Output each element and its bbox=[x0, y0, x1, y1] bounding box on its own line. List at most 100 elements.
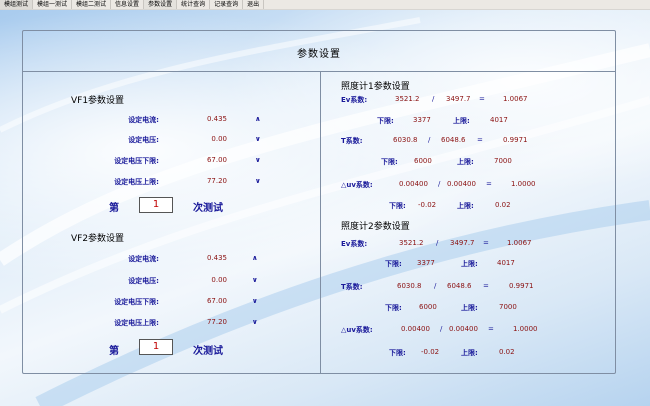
lux1-uv-b[interactable]: 0.00400 bbox=[447, 180, 476, 188]
lux1-t-a[interactable]: 6030.8 bbox=[393, 136, 418, 144]
lux2-uv-slash: / bbox=[440, 325, 443, 333]
lux1-t-low-label: 下限: bbox=[381, 158, 398, 166]
lux2-t-a[interactable]: 6030.8 bbox=[397, 282, 422, 290]
vf2-vlow-label: 设定电压下限: bbox=[114, 298, 159, 306]
vf1-vhigh-label: 设定电压上限: bbox=[114, 178, 159, 186]
lux1-t-label: T系数: bbox=[341, 137, 363, 145]
lux1-ev-slash: / bbox=[432, 95, 435, 103]
vf2-voltage-arrow-icon[interactable]: ∨ bbox=[252, 276, 258, 284]
lux2-ev-slash: / bbox=[436, 239, 439, 247]
menu-bar: 模组测试 模组一测试 模组二测试 信息设置 参数设置 统计查询 记录查询 退出 bbox=[0, 0, 650, 10]
lux1-t-slash: / bbox=[428, 136, 431, 144]
menu-exit[interactable]: 退出 bbox=[243, 0, 265, 9]
lux1-t-eq: = bbox=[477, 136, 483, 144]
lux2-uv-a[interactable]: 0.00400 bbox=[401, 325, 430, 333]
lux1-uv-high[interactable]: 0.02 bbox=[495, 201, 511, 209]
menu-record-query[interactable]: 记录查询 bbox=[210, 0, 244, 9]
lux1-ev-b[interactable]: 3497.7 bbox=[446, 95, 471, 103]
lux1-uv-a[interactable]: 0.00400 bbox=[399, 180, 428, 188]
lux2-t-ratio: 0.9971 bbox=[509, 282, 534, 290]
lux1-ev-eq: = bbox=[479, 95, 485, 103]
vf2-current-label: 设定电流: bbox=[128, 255, 159, 263]
lux2-t-high-label: 上限: bbox=[461, 304, 478, 312]
lux1-ev-a[interactable]: 3521.2 bbox=[395, 95, 420, 103]
menu-statistics-query[interactable]: 统计查询 bbox=[177, 0, 211, 9]
lux2-uv-low-label: 下限: bbox=[389, 349, 406, 357]
menu-module1-test[interactable]: 模组一测试 bbox=[33, 0, 73, 9]
vf1-voltage-arrow-icon[interactable]: ∨ bbox=[255, 135, 261, 143]
lux2-ev-low-label: 下限: bbox=[385, 260, 402, 268]
lux2-uv-label: △uv系数: bbox=[341, 326, 373, 334]
lux2-t-slash: / bbox=[434, 282, 437, 290]
lux1-ev-low-label: 下限: bbox=[377, 117, 394, 125]
lux2-t-eq: = bbox=[483, 282, 489, 290]
lux2-ev-low[interactable]: 3377 bbox=[417, 259, 435, 267]
vf2-voltage-value[interactable]: 0.00 bbox=[183, 276, 227, 284]
vf1-voltage-value[interactable]: 0.00 bbox=[183, 135, 227, 143]
lux2-ev-eq: = bbox=[483, 239, 489, 247]
lux2-uv-high[interactable]: 0.02 bbox=[499, 348, 515, 356]
vf1-vhigh-arrow-icon[interactable]: ∨ bbox=[255, 177, 261, 185]
vf2-current-value[interactable]: 0.435 bbox=[183, 254, 227, 262]
lux2-t-high[interactable]: 7000 bbox=[499, 303, 517, 311]
lux2-ev-label: Ev系数: bbox=[341, 240, 368, 248]
lux2-t-label: T系数: bbox=[341, 283, 363, 291]
vf1-voltage-label: 设定电压: bbox=[128, 136, 159, 144]
vf2-vlow-value[interactable]: 67.00 bbox=[183, 297, 227, 305]
vf1-vhigh-value[interactable]: 77.20 bbox=[183, 177, 227, 185]
vf2-vhigh-label: 设定电压上限: bbox=[114, 319, 159, 327]
vf2-vhigh-value[interactable]: 77.20 bbox=[183, 318, 227, 326]
vf2-vhigh-arrow-icon[interactable]: ∨ bbox=[252, 318, 258, 326]
lux2-uv-eq: = bbox=[488, 325, 494, 333]
lux1-title: 照度计1参数设置 bbox=[341, 82, 410, 92]
vf1-current-arrow-icon[interactable]: ∧ bbox=[255, 115, 261, 123]
lux1-t-low[interactable]: 6000 bbox=[414, 157, 432, 165]
lux1-uv-eq: = bbox=[486, 180, 492, 188]
lux2-t-b[interactable]: 6048.6 bbox=[447, 282, 472, 290]
lux1-uv-slash: / bbox=[438, 180, 441, 188]
menu-param-settings[interactable]: 参数设置 bbox=[144, 0, 178, 9]
title-band: 参数设置 bbox=[23, 31, 615, 72]
lux1-t-ratio: 0.9971 bbox=[503, 136, 528, 144]
vf2-count-box[interactable]: 1 bbox=[139, 339, 173, 355]
vf2-count-prefix: 第 bbox=[109, 346, 119, 357]
lux2-t-low[interactable]: 6000 bbox=[419, 303, 437, 311]
lux2-t-low-label: 下限: bbox=[385, 304, 402, 312]
vf1-title: VF1参数设置 bbox=[71, 96, 125, 106]
vf1-count-suffix: 次测试 bbox=[193, 203, 223, 214]
lux2-ev-high[interactable]: 4017 bbox=[497, 259, 515, 267]
vf1-current-value[interactable]: 0.435 bbox=[183, 115, 227, 123]
lux1-uv-low[interactable]: -0.02 bbox=[418, 201, 436, 209]
lux1-ev-high[interactable]: 4017 bbox=[490, 116, 508, 124]
lux1-ev-low[interactable]: 3377 bbox=[413, 116, 431, 124]
menu-module2-test[interactable]: 模组二测试 bbox=[72, 0, 112, 9]
lux1-ev-ratio: 1.0067 bbox=[503, 95, 528, 103]
lux2-ev-b[interactable]: 3497.7 bbox=[450, 239, 475, 247]
lux2-ev-ratio: 1.0067 bbox=[507, 239, 532, 247]
vf1-vlow-arrow-icon[interactable]: ∨ bbox=[255, 156, 261, 164]
menu-info-settings[interactable]: 信息设置 bbox=[111, 0, 145, 9]
vf1-vlow-value[interactable]: 67.00 bbox=[183, 156, 227, 164]
vf2-voltage-label: 设定电压: bbox=[128, 277, 159, 285]
lux2-ev-high-label: 上限: bbox=[461, 260, 478, 268]
lux2-uv-high-label: 上限: bbox=[461, 349, 478, 357]
lux1-t-high-label: 上限: bbox=[457, 158, 474, 166]
vf1-count-box[interactable]: 1 bbox=[139, 197, 173, 213]
lux1-uv-ratio: 1.0000 bbox=[511, 180, 536, 188]
lux2-uv-low[interactable]: -0.02 bbox=[421, 348, 439, 356]
vf1-current-label: 设定电流: bbox=[128, 116, 159, 124]
lux1-t-high[interactable]: 7000 bbox=[494, 157, 512, 165]
lux2-title: 照度计2参数设置 bbox=[341, 222, 410, 232]
param-panel: 参数设置 VF1参数设置 设定电流: 0.435 ∧ 设定电压: 0.00 ∨ … bbox=[22, 30, 616, 374]
lux1-uv-low-label: 下限: bbox=[389, 202, 406, 210]
vf2-title: VF2参数设置 bbox=[71, 234, 125, 244]
lux2-uv-b[interactable]: 0.00400 bbox=[449, 325, 478, 333]
menu-module-test[interactable]: 模组测试 bbox=[0, 0, 34, 9]
lux1-t-b[interactable]: 6048.6 bbox=[441, 136, 466, 144]
vf1-vlow-label: 设定电压下限: bbox=[114, 157, 159, 165]
vf2-count-suffix: 次测试 bbox=[193, 346, 223, 357]
vf2-current-arrow-icon[interactable]: ∧ bbox=[252, 254, 258, 262]
lux2-ev-a[interactable]: 3521.2 bbox=[399, 239, 424, 247]
vf1-count-prefix: 第 bbox=[109, 203, 119, 214]
vf2-vlow-arrow-icon[interactable]: ∨ bbox=[252, 297, 258, 305]
